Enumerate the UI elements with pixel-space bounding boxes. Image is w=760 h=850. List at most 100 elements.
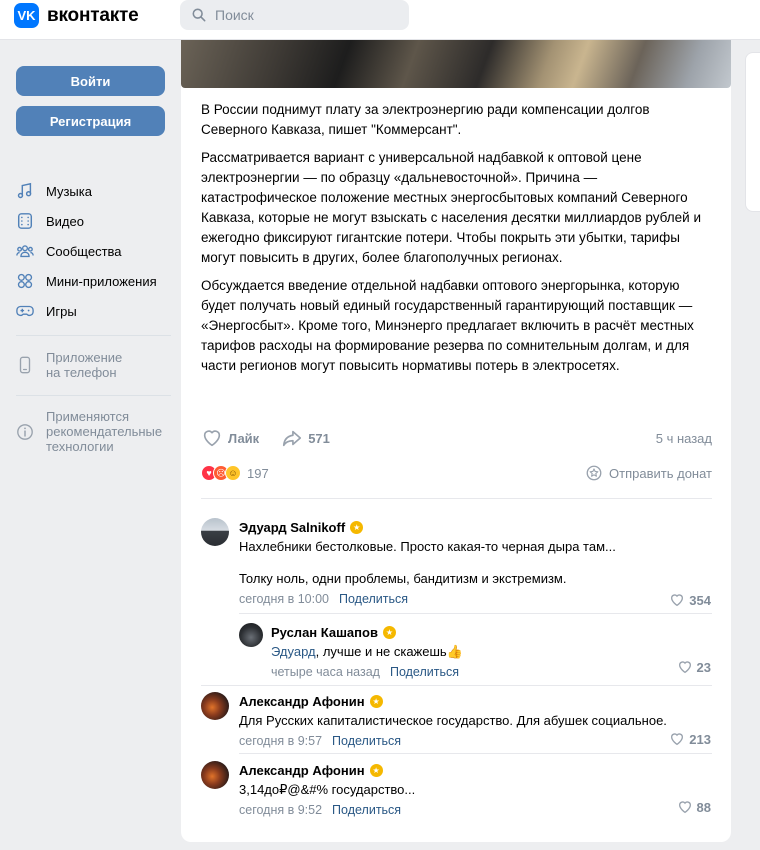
communities-icon <box>16 245 34 258</box>
comment-meta: сегодня в 10:00 Поделиться <box>239 592 616 606</box>
video-icon <box>17 213 33 229</box>
comment-author[interactable]: Александр Афонин <box>239 694 365 709</box>
sidebar-item-music[interactable]: Музыка <box>16 176 176 206</box>
comment-like-count: 88 <box>696 799 711 815</box>
reactions-summary[interactable]: ♥ ☹ ☺ 197 <box>201 465 269 481</box>
comment-author[interactable]: Эдуард Salnikoff <box>239 520 345 535</box>
sidebar-item-communities[interactable]: Сообщества <box>16 236 176 266</box>
donate-icon <box>586 465 602 481</box>
comments-separator <box>201 498 712 499</box>
reactions-count: 197 <box>247 465 269 481</box>
comment-like-button[interactable]: 23 <box>677 659 711 675</box>
avatar[interactable] <box>201 761 229 789</box>
comment-like-count: 213 <box>689 731 711 747</box>
heart-icon <box>678 661 691 674</box>
post-paragraph: Обсуждается введение отдельной надбавки … <box>201 278 694 373</box>
comment-share-link[interactable]: Поделиться <box>332 803 401 817</box>
games-icon <box>16 305 34 317</box>
sidebar-item-label: Сообщества <box>46 243 122 259</box>
comment-item: Александр Афонин ★ Для Русских капиталис… <box>201 692 712 752</box>
recommend-info-link[interactable]: Применяются рекомендательные технологии <box>16 409 162 454</box>
comment-time[interactable]: сегодня в 9:52 <box>239 803 322 817</box>
donate-button[interactable]: Отправить донат <box>585 464 712 482</box>
sidebar-item-video[interactable]: Видео <box>16 206 176 236</box>
comment-author-row: Александр Афонин ★ <box>239 761 415 779</box>
comment-author[interactable]: Руслан Кашапов <box>271 625 378 640</box>
heart-icon <box>678 801 691 814</box>
comment-text: Нахлебники бестолковые. Просто какая-то … <box>239 539 616 554</box>
phone-app-link[interactable]: Приложение на телефон <box>16 350 122 380</box>
comment-text: Толку ноль, одни проблемы, бандитизм и э… <box>239 571 567 586</box>
heart-icon <box>671 733 684 746</box>
laugh-reaction-icon: ☺ <box>225 465 241 481</box>
sidebar-item-mini-apps[interactable]: Мини-приложения <box>16 266 176 296</box>
post-paragraph: Рассматривается вариант с универсальной … <box>201 150 702 265</box>
comment-share-link[interactable]: Поделиться <box>339 592 408 606</box>
comment-time[interactable]: четыре часа назад <box>271 665 380 679</box>
donate-label: Отправить донат <box>609 465 712 481</box>
comment-body: Эдуард Salnikoff ★ Нахлебники бестолковы… <box>239 518 616 607</box>
apps-icon <box>17 273 33 289</box>
search-input[interactable] <box>215 7 395 23</box>
vk-logo[interactable]: VK вконтакте <box>14 3 139 28</box>
comment-share-link[interactable]: Поделиться <box>332 734 401 748</box>
post-image[interactable] <box>181 40 731 88</box>
top-bar: VK вконтакте <box>0 0 760 40</box>
sidebar-nav: Музыка Видео Сообщества Мини-приложения … <box>16 176 176 326</box>
heart-icon <box>671 594 684 607</box>
comment-separator <box>239 613 712 614</box>
comment-like-count: 354 <box>689 592 711 608</box>
comment-author-row: Руслан Кашапов ★ <box>271 623 463 641</box>
sidebar-item-games[interactable]: Игры <box>16 296 176 326</box>
avatar[interactable] <box>201 518 229 546</box>
comment-separator <box>201 685 712 686</box>
comment-separator <box>239 753 712 754</box>
comment-body: Руслан Кашапов ★ Эдуард, лучше и не скаж… <box>271 623 463 680</box>
sidebar-item-label: Игры <box>46 303 77 319</box>
comment-author[interactable]: Александр Афонин <box>239 763 365 778</box>
comment-like-button[interactable]: 213 <box>669 731 711 747</box>
share-button[interactable]: 571 <box>281 427 330 449</box>
donut-badge-icon: ★ <box>369 763 383 777</box>
heart-icon <box>203 430 221 447</box>
comment-text: Эдуард, лучше и не скажешь👍 <box>271 643 463 661</box>
logo-text: вконтакте <box>47 4 139 26</box>
comment-time[interactable]: сегодня в 9:57 <box>239 734 322 748</box>
phone-icon <box>19 356 31 374</box>
sidebar-item-label: Музыка <box>46 183 92 199</box>
post-time[interactable]: 5 ч назад <box>656 431 712 446</box>
reactions-row: ♥ ☹ ☺ 197 Отправить донат <box>201 463 712 483</box>
comment-time[interactable]: сегодня в 10:00 <box>239 592 329 606</box>
like-button[interactable]: Лайк <box>201 427 259 449</box>
phone-app-text: Приложение на телефон <box>46 350 122 380</box>
share-count: 571 <box>308 430 330 446</box>
mention-link[interactable]: Эдуард <box>271 644 316 659</box>
comment-body: Александр Афонин ★ Для Русских капиталис… <box>239 692 667 749</box>
comment-like-count: 23 <box>696 659 711 675</box>
register-button[interactable]: Регистрация <box>16 106 165 136</box>
comment-like-button[interactable]: 354 <box>669 592 711 608</box>
donut-badge-icon: ★ <box>350 520 364 534</box>
comment-item: Эдуард Salnikoff ★ Нахлебники бестолковы… <box>201 518 712 608</box>
post-card: В России поднимут плату за электроэнерги… <box>181 40 731 842</box>
phone-app-line1: Приложение <box>46 350 123 365</box>
comment-like-button[interactable]: 88 <box>677 799 711 815</box>
post-actions: Лайк 571 5 ч назад <box>201 427 712 449</box>
donut-badge-icon: ★ <box>382 625 396 639</box>
vk-logo-icon: VK <box>14 3 39 28</box>
search-bar[interactable] <box>180 0 409 30</box>
comment-item: Александр Афонин ★ 3,14до₽@&#% государст… <box>201 761 712 821</box>
login-button[interactable]: Войти <box>16 66 165 96</box>
recommend-line2: рекомендательные <box>46 424 163 439</box>
phone-app-line2: на телефон <box>46 365 117 380</box>
avatar[interactable] <box>201 692 229 720</box>
reply-item: Руслан Кашапов ★ Эдуард, лучше и не скаж… <box>239 623 712 683</box>
comment-share-link[interactable]: Поделиться <box>390 665 459 679</box>
post-paragraph: В России поднимут плату за электроэнерги… <box>201 102 650 137</box>
avatar[interactable] <box>239 623 263 647</box>
sidebar-divider <box>16 395 171 396</box>
search-icon <box>192 8 206 22</box>
share-icon <box>283 430 302 447</box>
comment-meta: сегодня в 9:52 Поделиться <box>239 803 415 817</box>
info-icon <box>17 424 33 440</box>
